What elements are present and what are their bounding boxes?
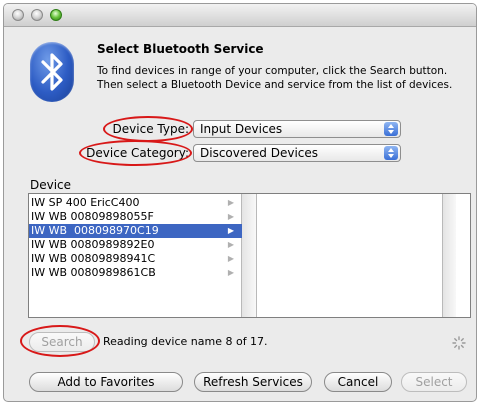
device-name: IW WB 00809898055F (31, 210, 154, 223)
device-name: IW WB 008098970C19 (31, 224, 159, 237)
close-window-button[interactable] (12, 9, 24, 21)
device-category-value: Discovered Devices (200, 146, 319, 160)
device-name: IW WB 00809898941C (31, 252, 156, 265)
title-bar (4, 4, 476, 27)
device-row[interactable]: IW WB 0080989861CB ▶ (29, 266, 242, 280)
popup-arrows-icon (384, 122, 398, 136)
add-to-favorites-button[interactable]: Add to Favorites (29, 372, 183, 392)
device-row[interactable]: IW WB 00809898055F ▶ (29, 210, 242, 224)
device-type-label: Device Type: (112, 122, 189, 136)
device-browser[interactable]: IW SP 400 EricC400 ▶ IW WB 00809898055F … (28, 193, 471, 318)
select-button[interactable]: Select (401, 372, 467, 392)
device-type-popup[interactable]: Input Devices (193, 120, 401, 138)
device-row-selected[interactable]: IW WB 008098970C19 ▶ (29, 224, 242, 238)
minimize-window-button[interactable] (31, 9, 43, 21)
device-row[interactable]: IW WB 0080989892E0 ▶ (29, 238, 242, 252)
device-column-scrollbar[interactable] (242, 194, 257, 317)
chevron-right-icon: ▶ (227, 268, 234, 277)
device-row[interactable]: IW WB 00809898941C ▶ (29, 252, 242, 266)
spinner-icon (452, 335, 466, 354)
search-button[interactable]: Search (29, 332, 95, 352)
chevron-right-icon: ▶ (227, 212, 234, 221)
zoom-window-button[interactable] (50, 9, 62, 21)
chevron-right-icon: ▶ (227, 254, 234, 263)
service-column[interactable] (258, 194, 456, 317)
popup-arrows-icon (384, 146, 398, 160)
refresh-services-button[interactable]: Refresh Services (194, 372, 312, 392)
service-column-scrollbar[interactable] (442, 194, 456, 317)
bluetooth-icon (30, 42, 74, 102)
cancel-button[interactable]: Cancel (324, 372, 392, 392)
search-status-text: Reading device name 8 of 17. (103, 335, 268, 348)
dialog-description: To find devices in range of your compute… (97, 65, 453, 91)
chevron-right-icon: ▶ (227, 240, 234, 249)
device-name: IW WB 0080989861CB (31, 266, 156, 279)
chevron-right-icon: ▶ (227, 198, 234, 207)
device-name: IW SP 400 EricC400 (31, 196, 140, 209)
device-category-label: Device Category: (86, 146, 189, 160)
device-category-popup[interactable]: Discovered Devices (193, 144, 401, 162)
device-list-label: Device (30, 178, 72, 192)
dialog-title: Select Bluetooth Service (97, 42, 264, 56)
device-type-value: Input Devices (200, 122, 283, 136)
device-row[interactable]: IW SP 400 EricC400 ▶ (29, 196, 242, 210)
device-name: IW WB 0080989892E0 (31, 238, 155, 251)
chevron-right-icon: ▶ (227, 226, 234, 235)
device-column[interactable]: IW SP 400 EricC400 ▶ IW WB 00809898055F … (29, 194, 242, 317)
